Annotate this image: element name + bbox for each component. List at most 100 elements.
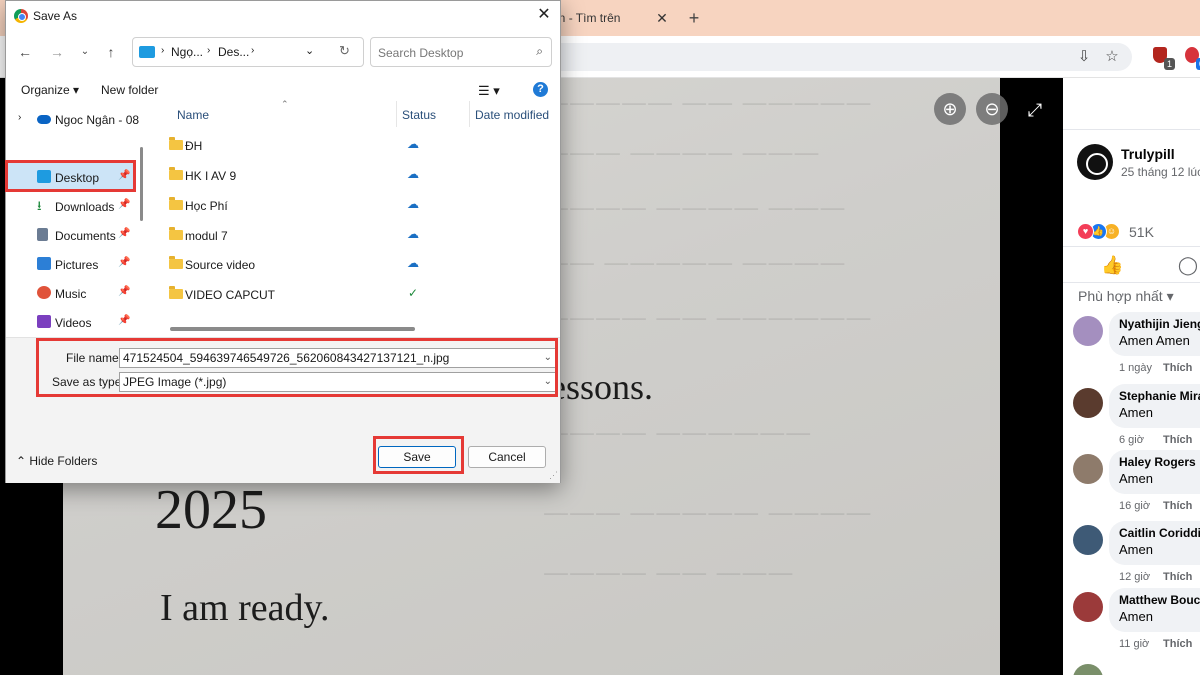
facebook-comments-panel: Trulypill 25 tháng 12 lúc ♥ 👍 ☺ 51K 👍 ◯ …	[1063, 78, 1200, 675]
comment-bubble: Stephanie Mira Amen	[1109, 384, 1200, 428]
breadcrumb-item[interactable]: Ngọ...	[171, 45, 203, 59]
hide-folders-button[interactable]: ⌃ Hide Folders	[16, 454, 97, 468]
help-icon[interactable]: ?	[533, 82, 548, 97]
extension-icon[interactable]: 0	[1182, 45, 1200, 70]
resize-grip-icon[interactable]: ⋰	[549, 470, 558, 481]
file-row[interactable]: Học Phí ☁	[151, 191, 560, 221]
nav-item-documents[interactable]: Documents 📌	[6, 221, 136, 249]
cancel-button[interactable]: Cancel	[468, 446, 546, 468]
recent-locations-chevron-icon[interactable]: ⌄	[75, 42, 95, 62]
sort-label: Phù hợp nhất	[1078, 288, 1163, 304]
refresh-icon[interactable]: ↻	[339, 43, 350, 59]
nav-item-onedrive[interactable]: › Ngoc Ngân - 08	[6, 105, 140, 133]
commenter-avatar[interactable]	[1073, 316, 1103, 346]
horizontal-scrollbar[interactable]	[170, 327, 415, 331]
address-path[interactable]: › Ngọ... › Des... › ⌄ ↻	[132, 37, 364, 67]
column-separator[interactable]	[396, 101, 397, 127]
new-folder-button[interactable]: New folder	[101, 83, 158, 97]
fullscreen-icon[interactable]: ⤢	[1023, 98, 1047, 122]
view-options-icon[interactable]: ☰ ▾	[478, 83, 500, 99]
chevron-down-icon[interactable]: ⌄	[544, 373, 552, 391]
file-row[interactable]: VIDEO CAPCUT ✓	[151, 280, 560, 310]
nav-item-label: Ngoc Ngân - 08	[55, 113, 140, 127]
commenter-name[interactable]: Haley Rogers	[1119, 455, 1196, 469]
column-separator[interactable]	[469, 101, 470, 127]
comment-sort-dropdown[interactable]: Phù hợp nhất ▾	[1078, 288, 1174, 305]
up-arrow-icon[interactable]: ↑	[101, 42, 121, 62]
reaction-count[interactable]: 51K	[1129, 224, 1154, 240]
nav-scrollbar[interactable]	[140, 147, 143, 221]
comment-like-link[interactable]: Thích	[1163, 434, 1192, 446]
omnibox[interactable]	[540, 43, 1132, 71]
commenter-name[interactable]: Caitlin Coriddi	[1119, 526, 1200, 540]
nav-item-desktop[interactable]: Desktop 📌	[6, 163, 136, 191]
comment-bubble: Nyathijin Jieng Amen Amen	[1109, 312, 1200, 356]
nav-item-label: Documents	[55, 229, 116, 243]
commenter-name[interactable]: Nyathijin Jieng	[1119, 317, 1200, 331]
save-button[interactable]: Save	[378, 446, 456, 468]
file-row[interactable]: modul 7 ☁	[151, 221, 560, 251]
dialog-titlebar[interactable]: Save As ✕	[6, 1, 560, 31]
like-icon[interactable]: 👍	[1101, 254, 1123, 276]
install-app-icon[interactable]: ⇩	[1074, 47, 1094, 67]
comment-icon[interactable]: ◯	[1177, 254, 1199, 276]
file-name-input[interactable]: 471524504_594639746549726_56206084342713…	[119, 348, 556, 368]
tab-close-icon[interactable]: ✕	[652, 4, 672, 32]
forward-arrow-icon[interactable]: →	[47, 42, 67, 62]
column-header-status[interactable]: Status	[402, 108, 436, 122]
photo-text-line: I am ready.	[160, 587, 330, 629]
nav-item-pictures[interactable]: Pictures 📌	[6, 250, 136, 278]
expand-chevron-icon[interactable]: ›	[18, 112, 21, 123]
comment: Stephanie Mira Amen 6 giờ Thích	[1073, 384, 1200, 458]
organize-menu[interactable]: Organize ▾	[21, 83, 79, 97]
post-time[interactable]: 25 tháng 12 lúc	[1121, 165, 1200, 179]
path-dropdown-icon[interactable]: ⌄	[305, 44, 314, 57]
bleed-through-text: ———— ———— ———	[543, 193, 846, 223]
divider	[1063, 129, 1200, 130]
folder-icon	[169, 137, 183, 150]
save-as-type-select[interactable]: JPEG Image (*.jpg) ⌄	[119, 372, 556, 392]
bookmark-star-icon[interactable]: ☆	[1102, 47, 1122, 67]
commenter-avatar[interactable]	[1073, 454, 1103, 484]
file-row[interactable]: Source video ☁	[151, 250, 560, 280]
column-header-date-modified[interactable]: Date modified	[475, 108, 549, 122]
close-icon[interactable]: ✕	[534, 5, 554, 25]
nav-item-downloads[interactable]: ⭳ Downloads 📌	[6, 192, 136, 220]
nav-item-videos[interactable]: Videos 📌	[6, 308, 136, 336]
comment: Nyathijin Jieng Amen Amen 1 ngày Thích	[1073, 312, 1200, 386]
commenter-name[interactable]: Matthew Bouch	[1119, 593, 1200, 607]
comment-time[interactable]: 16 giờ	[1119, 500, 1150, 512]
chevron-down-icon[interactable]: ⌄	[544, 349, 552, 367]
commenter-avatar[interactable]	[1073, 525, 1103, 555]
file-row[interactable]: ĐH ☁	[151, 131, 560, 161]
zoom-out-icon[interactable]: ⊖	[976, 93, 1008, 125]
comment-time[interactable]: 11 giờ	[1119, 638, 1149, 650]
comment-time[interactable]: 1 ngày	[1119, 362, 1152, 374]
comment-like-link[interactable]: Thích	[1163, 362, 1192, 374]
comment-like-link[interactable]: Thích	[1163, 571, 1192, 583]
column-header-name[interactable]: Name	[177, 108, 209, 122]
commenter-avatar[interactable]	[1073, 592, 1103, 622]
breadcrumb-item[interactable]: Des...	[218, 45, 249, 59]
file-row[interactable]: HK I AV 9 ☁	[151, 161, 560, 191]
save-as-type-label: Save as type:	[52, 375, 125, 389]
comment-like-link[interactable]: Thích	[1163, 638, 1192, 650]
search-desktop-input[interactable]: Search Desktop ⌕	[370, 37, 552, 67]
extension-shield-icon[interactable]: 1	[1150, 45, 1175, 70]
commenter-avatar[interactable]	[1073, 664, 1103, 675]
commenter-name[interactable]: Stephanie Mira	[1119, 389, 1200, 403]
comment-time[interactable]: 12 giờ	[1119, 571, 1150, 583]
dialog-toolbar: Organize ▾ New folder ☰ ▾ ?	[6, 77, 560, 101]
zoom-in-icon[interactable]: ⊕	[934, 93, 966, 125]
comment-bubble: Haley Rogers Amen	[1109, 450, 1200, 494]
download-icon: ⭳	[37, 198, 42, 213]
back-arrow-icon[interactable]: ←	[15, 42, 35, 62]
comment-like-link[interactable]: Thích	[1163, 500, 1192, 512]
new-tab-icon[interactable]: +	[684, 4, 704, 32]
post-author[interactable]: Trulypill	[1121, 146, 1175, 162]
comment-bubble: Caitlin Coriddi Amen	[1109, 521, 1200, 565]
author-avatar[interactable]	[1077, 144, 1113, 180]
commenter-avatar[interactable]	[1073, 388, 1103, 418]
comment-time[interactable]: 6 giờ	[1119, 434, 1144, 446]
nav-item-music[interactable]: Music 📌	[6, 279, 136, 307]
